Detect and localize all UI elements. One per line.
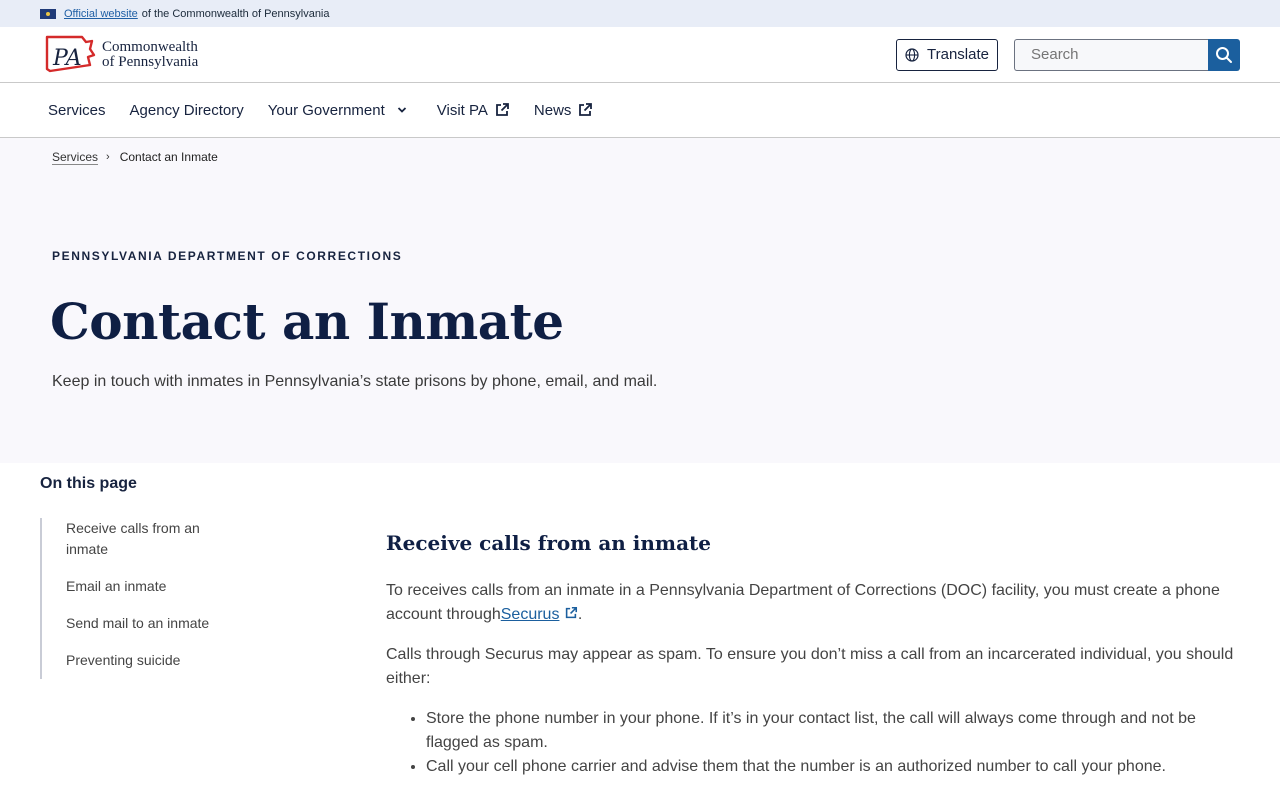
on-this-page-title: On this page [40,475,137,492]
breadcrumb-current: Contact an Inmate [119,150,218,164]
search-box [1014,38,1240,71]
site-header: PA Commonwealth of Pennsylvania Translat… [0,27,1280,83]
nav-label: News [533,101,572,119]
nav-label: Agency Directory [129,101,244,119]
nav-item-news[interactable]: News [534,102,594,119]
page-title: Contact an Inmate [50,292,564,351]
translate-label: Translate [927,46,989,63]
on-this-page-nav: Receive calls from an inmate Email an in… [40,518,240,679]
agency-eyebrow: PENNSYLVANIA DEPARTMENT OF CORRECTIONS [52,249,403,263]
section-paragraph-2: Calls through Securus may appear as spam… [386,646,1234,687]
chevron-down-icon [397,107,406,113]
bullet-list: Store the phone number in your phone. If… [386,707,1246,779]
search-icon [1216,46,1232,63]
nav-label: Visit PA [436,101,488,119]
external-link-icon [579,103,593,116]
logo-wordmark: Commonwealth of Pennsylvania [102,38,199,70]
nav-item-services[interactable]: Services [48,102,106,119]
breadcrumb: Services › Contact an Inmate [52,150,218,164]
otp-link-email[interactable]: Email an inmate [66,576,240,597]
logo-line1: Commonwealth [102,38,198,55]
logo-mark-text: PA [52,46,82,71]
official-banner-text: of the Commonwealth of Pennsylvania [141,7,330,20]
page-content: On this page Receive calls from an inmat… [0,463,1280,800]
otp-link-receive-calls[interactable]: Receive calls from an inmate [66,518,240,560]
securus-link[interactable]: Securus [501,606,560,623]
breadcrumb-services-link[interactable]: Services [52,150,98,164]
pa-keystone-logo-icon: PA [45,35,96,72]
main-article: Receive calls from an inmate To receives… [386,531,1246,779]
nav-item-visit-pa[interactable]: Visit PA [437,102,510,119]
globe-icon [905,47,919,62]
list-item: Call your cell phone carrier and advise … [426,755,1246,779]
external-link-icon [565,606,577,619]
nav-label: Services [48,101,106,119]
translate-button[interactable]: Translate [896,38,998,71]
search-input[interactable] [1014,38,1208,71]
nav-item-agency-directory[interactable]: Agency Directory [130,102,244,119]
official-banner: Official website of the Commonwealth of … [0,0,1280,27]
pa-logo[interactable]: PA Commonwealth of Pennsylvania [44,35,198,75]
main-nav: Services Agency Directory Your Governmen… [0,83,1280,138]
section-heading: Receive calls from an inmate [386,531,711,555]
pa-flag-icon [40,8,56,19]
page-lead: Keep in touch with inmates in Pennsylvan… [52,373,658,390]
page-hero: Services › Contact an Inmate PENNSYLVANI… [0,138,1280,463]
official-website-link[interactable]: Official website [64,8,138,20]
otp-link-send-mail[interactable]: Send mail to an inmate [66,613,240,634]
header-actions: Translate [896,38,1240,71]
external-link-icon [496,103,509,116]
search-button[interactable] [1208,38,1240,71]
section-paragraph-1: To receives calls from an inmate in a Pe… [386,579,1246,627]
nav-label: Your Government [267,101,385,119]
otp-link-preventing-suicide[interactable]: Preventing suicide [66,650,240,671]
chevron-right-icon: › [106,151,110,163]
paragraph-text: . [577,606,583,623]
nav-item-your-government[interactable]: Your Government [268,102,407,119]
list-item: Store the phone number in your phone. If… [426,707,1246,755]
securus-link-label: Securus [500,606,560,623]
logo-line2: of Pennsylvania [102,53,199,70]
